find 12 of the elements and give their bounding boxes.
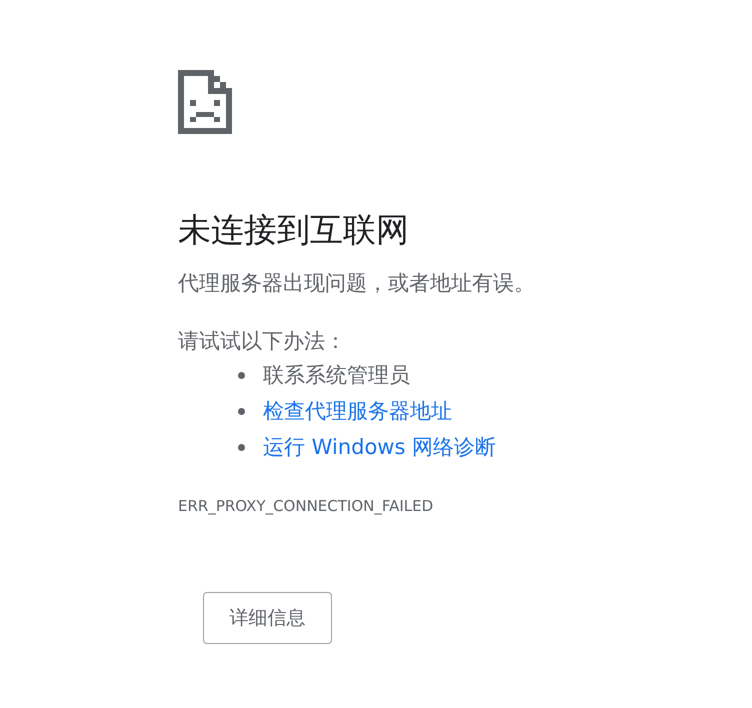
error-message: 代理服务器出现问题，或者地址有误。 bbox=[178, 270, 535, 297]
bullet-icon bbox=[238, 372, 245, 378]
bullet-icon bbox=[238, 408, 245, 414]
suggestion-link[interactable]: 运行 Windows 网络诊断 bbox=[263, 432, 496, 462]
suggestion-link[interactable]: 检查代理服务器地址 bbox=[263, 396, 452, 426]
suggestion-text: 联系系统管理员 bbox=[263, 362, 410, 389]
bullet-icon bbox=[238, 444, 245, 450]
error-code: ERR_PROXY_CONNECTION_FAILED bbox=[178, 496, 434, 516]
suggestions-heading: 请试试以下办法： bbox=[178, 328, 346, 355]
details-button[interactable]: 详细信息 bbox=[203, 592, 332, 644]
error-title: 未连接到互联网 bbox=[178, 209, 409, 251]
sad-page-icon bbox=[178, 70, 232, 134]
